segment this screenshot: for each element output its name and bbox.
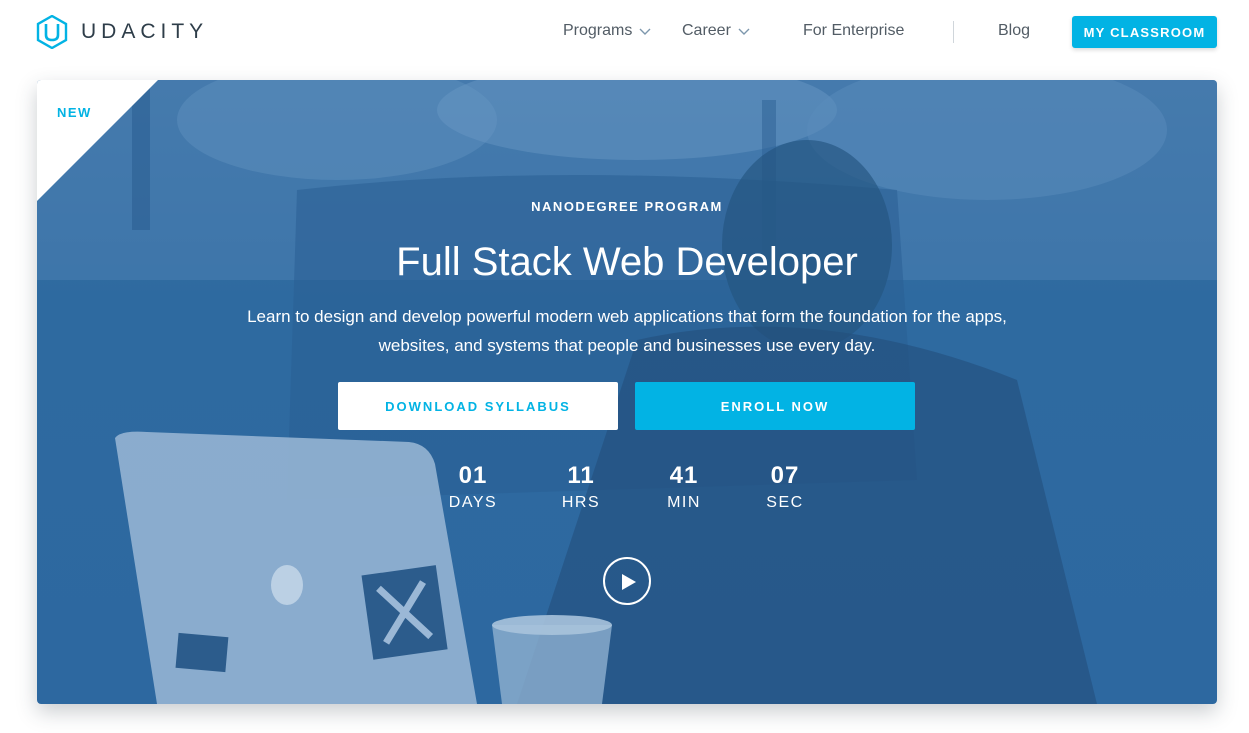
nav-career[interactable]: Career (682, 22, 750, 40)
hero-background-image (37, 80, 1217, 704)
site-header: UDACITY Programs Career For Enterprise B… (0, 0, 1249, 66)
udacity-logo[interactable]: UDACITY (36, 15, 208, 49)
countdown-hours: 11 HRS (541, 462, 621, 512)
countdown-hours-label: HRS (561, 494, 601, 511)
program-type-label: NANODEGREE PROGRAM (531, 199, 723, 214)
play-icon (622, 574, 636, 590)
countdown-days: 01 DAYS (433, 462, 513, 512)
countdown-minutes-label: MIN (667, 494, 701, 511)
countdown-minutes-value: 41 (669, 462, 699, 489)
play-video-button[interactable] (603, 557, 651, 605)
countdown-seconds-value: 07 (770, 462, 800, 489)
nav-blog[interactable]: Blog (998, 22, 1030, 40)
download-syllabus-button[interactable]: DOWNLOAD SYLLABUS (338, 382, 618, 430)
program-title: Full Stack Web Developer (396, 240, 858, 284)
new-badge (37, 80, 158, 201)
countdown-days-value: 01 (458, 462, 488, 489)
new-badge-label: NEW (57, 105, 92, 120)
chevron-down-icon (738, 28, 750, 35)
countdown-hours-value: 11 (567, 462, 595, 489)
enroll-now-button[interactable]: ENROLL NOW (635, 382, 915, 430)
my-classroom-button[interactable]: MY CLASSROOM (1072, 16, 1217, 48)
countdown-seconds-label: SEC (766, 494, 804, 511)
nav-programs[interactable]: Programs (563, 22, 651, 40)
nav-programs-label: Programs (563, 22, 633, 39)
chevron-down-icon (639, 28, 651, 35)
nav-career-label: Career (682, 22, 731, 39)
hero-banner: NEW NANODEGREE PROGRAM Full Stack Web De… (37, 80, 1217, 704)
program-description: Learn to design and develop powerful mod… (247, 307, 1007, 355)
countdown-days-label: DAYS (448, 494, 498, 511)
udacity-logo-icon (36, 15, 68, 49)
nav-for-enterprise[interactable]: For Enterprise (803, 22, 904, 40)
nav-enterprise-label: For Enterprise (803, 22, 905, 39)
countdown-minutes: 41 MIN (644, 462, 724, 512)
nav-blog-label: Blog (998, 22, 1031, 39)
nav-divider (953, 21, 954, 43)
countdown-seconds: 07 SEC (745, 462, 825, 512)
logo-wordmark: UDACITY (81, 20, 209, 43)
